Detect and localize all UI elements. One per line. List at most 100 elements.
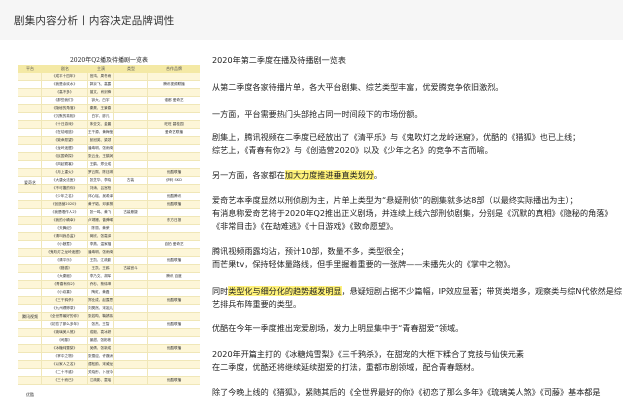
- text-segment: 《非常目击》《在劫难逃》《十日游戏》《致命愿望》。: [212, 221, 399, 231]
- table-cell: 腾讯视频联播: [163, 82, 185, 86]
- table-cell: [18, 137, 42, 144]
- paragraph: 从第二季度各家待播片单，各大平台剧集、综艺类型丰富，优爱腾竞争依旧激烈。: [212, 81, 503, 94]
- table-cell: [18, 281, 42, 288]
- table-cell: [148, 289, 200, 296]
- table-cell: 乔杉、蔡徐坤: [88, 281, 114, 288]
- table-cell: 李乃文、胡军: [88, 273, 114, 280]
- table-cell: 《三千鸦杀》: [42, 297, 88, 304]
- table-cell: 《小娘惹》: [42, 241, 88, 248]
- table-row: 《在劫难逃》 王千源、黄梅莹 爱奇艺联播: [18, 129, 200, 137]
- table-cell: [114, 145, 148, 152]
- table-row: 《隐秘的角落》 秦昊、王景春: [18, 105, 200, 113]
- table-cell: [148, 281, 200, 288]
- table-row: 《初恋了那么多年》 张杰、王智 优酷联播: [18, 321, 200, 329]
- table-cell: [114, 113, 148, 120]
- table-header-row: 平台 剧名 主演 类型 合作品牌: [18, 65, 200, 73]
- table-cell: 优酷联播: [166, 298, 182, 302]
- table-cell: [114, 297, 148, 304]
- text-segment: ，悬疑短剧占据不少篇幅，IP效应显著；带货类增多，观察类与综N代依然是综: [341, 286, 622, 296]
- table-cell: 优酷联播: [166, 322, 182, 326]
- table-cell: [18, 73, 42, 80]
- column-header: 剧名: [61, 66, 69, 71]
- table-cell: [114, 81, 148, 88]
- table-cell: [148, 305, 200, 312]
- table-row: 《大唐女法医》 张芝华、李晓 古装 伊利 SKD: [18, 177, 200, 185]
- table-cell: 《大秦赋》: [42, 273, 88, 280]
- table-cell: [18, 89, 42, 96]
- paragraph: 爱奇艺本季度显然以刑侦剧为主，片单上类型为“悬疑刑侦”的剧集就多达8部（以最终实…: [212, 194, 578, 207]
- paragraph: 在二季度，优酷还将继续延续甜爱的打法，重都市剧领域，配合青春题材。: [212, 361, 479, 374]
- table-cell: 《不可靠的你》: [42, 185, 88, 192]
- table-cell: [114, 345, 148, 352]
- table-cell: 古装悬疑: [114, 209, 148, 216]
- table-cell: 秦昊、王景春: [88, 105, 114, 112]
- table-cell: [114, 121, 148, 128]
- paragraph: 同时类型化与细分化的趋势越发明显，悬疑短剧占据不少篇幅，IP效应显著；带货类增多…: [212, 285, 622, 298]
- table-row: 《小欢喜》 陶虹、黄磊: [18, 289, 200, 297]
- paragraph: 有消息称爱奇艺将于2020年Q2推出正义剧场，并连续上线六部刑侦剧集，分别是《沉…: [212, 207, 612, 220]
- table-cell: [148, 369, 200, 376]
- table-cell: [18, 377, 42, 384]
- table-cell: 陈丽、黄荣: [88, 225, 114, 232]
- table-cell: [18, 265, 42, 272]
- table-row: 《琉璃美人煞》 成毅、袁冰妍: [18, 329, 200, 337]
- table-cell: 优酷联播: [166, 202, 182, 206]
- table-cell: 腾讯 百度: [166, 274, 182, 278]
- table-cell: [148, 153, 200, 160]
- table-cell: [114, 361, 148, 368]
- table-cell: [148, 145, 200, 152]
- table-cell: [18, 233, 42, 240]
- table-row: 《成平十四年》 官鸿、周冬雨: [18, 73, 200, 81]
- table-cell: 王鹤、郑业成: [88, 161, 114, 168]
- table-cell: [148, 185, 200, 192]
- table-cell: [18, 361, 42, 368]
- table-cell: 古装宫斗: [114, 265, 148, 272]
- table-row: 《不可靠的你》 刘涛、吕宫柏: [18, 185, 200, 193]
- table-row: 《青春有你2》 乔杉、蔡徐坤: [18, 281, 200, 289]
- table-cell: 《九州缥缈录》: [42, 305, 88, 312]
- table-cell: 李燕、温家福: [88, 241, 114, 248]
- table-cell: [114, 281, 148, 288]
- table-cell: 《请叫我总监》: [42, 233, 88, 240]
- text-segment: 2020年开篇主打的《冰糖炖雪梨》《三千鸦杀》，在甜宠的大框下糅合了竞技与仙侠元…: [212, 349, 524, 359]
- table-cell: 《致命愿望》: [42, 137, 88, 144]
- table-cell: [114, 369, 148, 376]
- table-cell: [18, 105, 42, 112]
- table-cell: 《鬼吹灯之龙岭迷窟》: [42, 249, 88, 256]
- table-cell: 朱亚文、金晨: [88, 121, 114, 128]
- table-cell: 吴倩、张新成: [88, 345, 114, 352]
- table-row: 《三十而已》 江疏影、童瑶 优酷联播: [18, 377, 200, 385]
- table-cell: [114, 289, 148, 296]
- table-cell: [114, 353, 148, 360]
- table-cell: [114, 169, 148, 176]
- column-header: 合作品牌: [166, 66, 182, 71]
- table-cell: 《以家人之名》: [42, 361, 88, 368]
- table-cell: 东方日报: [166, 218, 182, 222]
- paragraph: 剧集上，腾讯视频在二季度已经放出了《清平乐》与《鬼吹灯之龙岭迷窟》，优酷的《猎狐…: [212, 131, 580, 144]
- paragraph: 另一方面，各家都在加大力度推进垂直类划分。: [212, 169, 382, 182]
- page-header: 剧集内容分析丨内容决定品牌调性: [0, 0, 623, 40]
- table-cell: [114, 337, 148, 344]
- table-body: 《成平十四年》 官鸿、周冬雨 《我是余欢水》 郭京飞、高露 腾讯视频联播 《高不多》 曾文、…: [18, 73, 200, 385]
- table-cell: 《风起霓裳》: [42, 161, 88, 168]
- table-cell: [18, 321, 42, 328]
- table-cell: 优酷联播: [166, 346, 182, 350]
- paragraph: 一方面，平台需要热门头部抢占同一时间段下的市场份额。: [212, 108, 422, 121]
- table-cell: [18, 121, 42, 128]
- table-cell: [148, 161, 200, 168]
- table-row: 《冰糖炖雪梨》 吴倩、张新成 优酷联播: [18, 345, 200, 353]
- text-segment: 综艺上，《青春有你2》与《创造营2020》以及《少年之名》的竞争不言而喻。: [212, 145, 493, 155]
- table-cell: [114, 97, 148, 104]
- table-cell: 优酷联播: [166, 170, 182, 174]
- table-row: 《沉默的真相》 白宇、廖凡: [18, 113, 200, 121]
- table-row: 《高不多》 曾文、肖剑锋: [18, 89, 200, 97]
- table-row: 《小娘惹》 李燕、温家福 自拍 爱奇艺: [18, 241, 200, 249]
- table-row: 《天舞纪》 陈丽、黄荣: [18, 225, 200, 233]
- table-row: 《我的小确幸》 卢靖姗、曾舜晞 东方日报: [18, 217, 200, 225]
- table-cell: [18, 345, 42, 352]
- text-segment: 腾讯视频雨露均沾，预计10部，数量不多，类型很全；: [212, 246, 409, 256]
- table-cell: 《少年之名》: [42, 193, 88, 200]
- table-cell: 优酷联播: [166, 258, 182, 262]
- table-cell: 《民国奇探》: [42, 153, 88, 160]
- table-row: 《十日游戏》 朱亚文、金晨 旺旺 碧桂园: [18, 121, 200, 129]
